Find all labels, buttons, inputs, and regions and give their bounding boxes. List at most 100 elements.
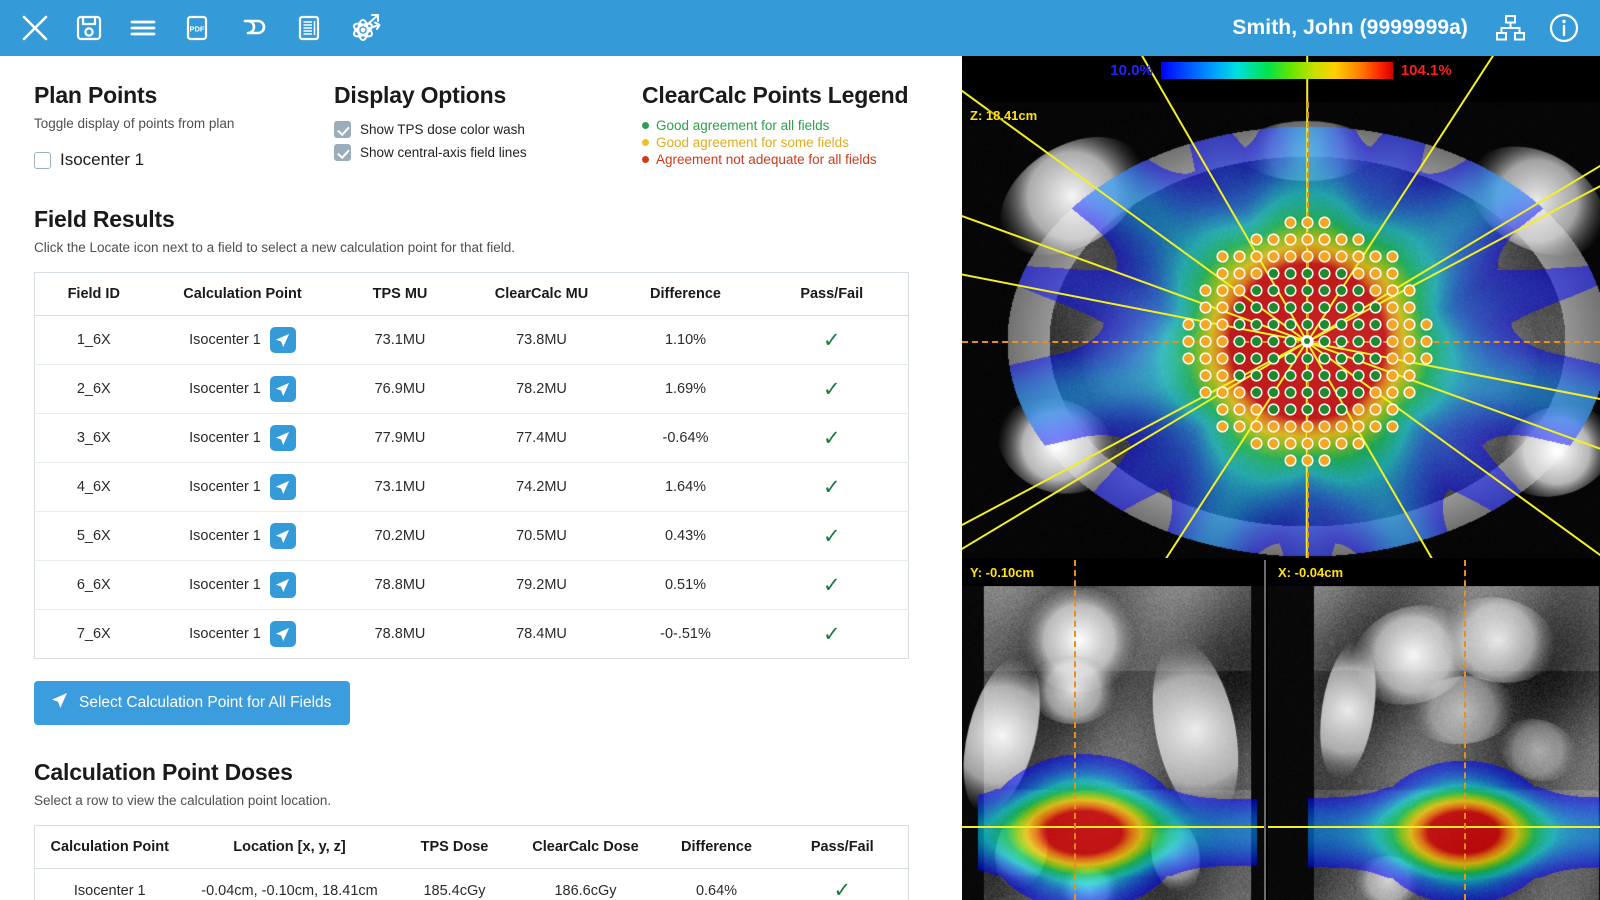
clearcalc-point-good-all[interactable]	[1235, 337, 1244, 346]
axial-ct-image[interactable]	[962, 56, 1600, 558]
clearcalc-point-good-all[interactable]	[1252, 286, 1261, 295]
clearcalc-point-good-some[interactable]	[1303, 252, 1312, 261]
clearcalc-point-good-all[interactable]	[1252, 354, 1261, 363]
clearcalc-point-good-all[interactable]	[1235, 320, 1244, 329]
clearcalc-point-good-some[interactable]	[1388, 252, 1397, 261]
clearcalc-point-good-all[interactable]	[1303, 303, 1312, 312]
clearcalc-point-good-all[interactable]	[1354, 286, 1363, 295]
clearcalc-point-good-some[interactable]	[1286, 235, 1295, 244]
plan-point-checkbox[interactable]	[34, 152, 51, 169]
clearcalc-point-good-all[interactable]	[1354, 320, 1363, 329]
clearcalc-point-good-some[interactable]	[1371, 422, 1380, 431]
clearcalc-point-good-some[interactable]	[1388, 320, 1397, 329]
clearcalc-point-good-all[interactable]	[1320, 337, 1329, 346]
clearcalc-point-good-all[interactable]	[1286, 286, 1295, 295]
clearcalc-point-good-some[interactable]	[1286, 422, 1295, 431]
table-row[interactable]: 7_6XIsocenter 178.8MU78.4MU-0-.51%✓	[35, 610, 909, 659]
locate-point-button[interactable]	[270, 621, 296, 647]
clearcalc-point-good-some[interactable]	[1201, 371, 1210, 380]
clearcalc-point-good-all[interactable]	[1252, 388, 1261, 397]
pdf-icon[interactable]: PDF	[182, 13, 212, 43]
clearcalc-point-good-all[interactable]	[1337, 337, 1346, 346]
info-icon[interactable]	[1548, 12, 1580, 44]
clearcalc-point-good-some[interactable]	[1218, 371, 1227, 380]
coronal-view[interactable]: Y: -0.10cm	[962, 560, 1266, 900]
clearcalc-point-good-some[interactable]	[1218, 286, 1227, 295]
clearcalc-point-good-all[interactable]	[1320, 371, 1329, 380]
clearcalc-point-good-some[interactable]	[1286, 218, 1295, 227]
clearcalc-point-good-some[interactable]	[1388, 405, 1397, 414]
clearcalc-point-good-some[interactable]	[1371, 286, 1380, 295]
clearcalc-point-good-all[interactable]	[1303, 405, 1312, 414]
clearcalc-point-good-some[interactable]	[1269, 235, 1278, 244]
clearcalc-point-good-some[interactable]	[1252, 422, 1261, 431]
locate-point-button[interactable]	[270, 474, 296, 500]
clearcalc-point-good-some[interactable]	[1320, 252, 1329, 261]
clearcalc-point-good-all[interactable]	[1337, 320, 1346, 329]
clearcalc-point-good-some[interactable]	[1337, 235, 1346, 244]
clearcalc-point-good-some[interactable]	[1252, 405, 1261, 414]
clearcalc-point-good-some[interactable]	[1201, 286, 1210, 295]
clearcalc-point-good-some[interactable]	[1303, 218, 1312, 227]
clearcalc-point-good-all[interactable]	[1354, 354, 1363, 363]
clearcalc-point-good-all[interactable]	[1269, 405, 1278, 414]
clearcalc-point-good-some[interactable]	[1201, 388, 1210, 397]
plan-point-isocenter-1[interactable]: Isocenter 1	[34, 150, 334, 170]
clearcalc-point-good-some[interactable]	[1371, 388, 1380, 397]
clearcalc-point-good-all[interactable]	[1286, 388, 1295, 397]
clearcalc-point-good-all[interactable]	[1320, 269, 1329, 278]
clearcalc-point-good-all[interactable]	[1320, 320, 1329, 329]
display-option-tps-color-wash[interactable]: Show TPS dose color wash	[334, 121, 642, 138]
sitemap-icon[interactable]	[1494, 13, 1526, 43]
clearcalc-point-good-some[interactable]	[1184, 337, 1193, 346]
clearcalc-point-good-all[interactable]	[1337, 405, 1346, 414]
locate-point-button[interactable]	[270, 425, 296, 451]
clearcalc-point-good-some[interactable]	[1354, 405, 1363, 414]
clearcalc-point-good-all[interactable]	[1320, 405, 1329, 414]
clearcalc-point-good-some[interactable]	[1337, 422, 1346, 431]
clearcalc-point-good-some[interactable]	[1405, 371, 1414, 380]
clearcalc-point-good-some[interactable]	[1235, 422, 1244, 431]
clearcalc-point-good-all[interactable]	[1303, 371, 1312, 380]
close-icon[interactable]	[20, 13, 50, 43]
clearcalc-point-good-some[interactable]	[1184, 354, 1193, 363]
clearcalc-point-good-some[interactable]	[1405, 354, 1414, 363]
clearcalc-point-good-all[interactable]	[1286, 303, 1295, 312]
clearcalc-point-good-some[interactable]	[1218, 337, 1227, 346]
clearcalc-point-good-some[interactable]	[1320, 235, 1329, 244]
clearcalc-point-good-some[interactable]	[1218, 252, 1227, 261]
locate-point-button[interactable]	[270, 572, 296, 598]
clearcalc-point-good-some[interactable]	[1303, 456, 1312, 465]
clearcalc-point-good-all[interactable]	[1337, 354, 1346, 363]
clearcalc-point-good-some[interactable]	[1184, 320, 1193, 329]
clearcalc-point-good-some[interactable]	[1388, 269, 1397, 278]
clearcalc-point-good-all[interactable]	[1235, 371, 1244, 380]
clearcalc-point-good-all[interactable]	[1286, 320, 1295, 329]
clearcalc-point-good-all[interactable]	[1371, 320, 1380, 329]
clearcalc-point-good-all[interactable]	[1320, 286, 1329, 295]
menu-icon[interactable]	[128, 13, 158, 43]
clearcalc-point-good-some[interactable]	[1320, 422, 1329, 431]
clearcalc-point-good-all[interactable]	[1320, 354, 1329, 363]
clearcalc-point-good-all[interactable]	[1286, 337, 1295, 346]
clearcalc-point-good-some[interactable]	[1235, 405, 1244, 414]
clearcalc-point-good-some[interactable]	[1218, 354, 1227, 363]
clearcalc-point-good-some[interactable]	[1201, 320, 1210, 329]
clearcalc-point-good-all[interactable]	[1252, 337, 1261, 346]
clearcalc-point-good-some[interactable]	[1303, 439, 1312, 448]
locate-point-button[interactable]	[270, 327, 296, 353]
clearcalc-point-good-all[interactable]	[1252, 371, 1261, 380]
clearcalc-point-good-some[interactable]	[1218, 303, 1227, 312]
clearcalc-point-good-some[interactable]	[1320, 439, 1329, 448]
clearcalc-point-good-some[interactable]	[1218, 422, 1227, 431]
clearcalc-point-good-all[interactable]	[1269, 371, 1278, 380]
axial-view[interactable]: 10.0% 104.1% Z: 18.41cm	[962, 56, 1600, 558]
clearcalc-point-good-some[interactable]	[1286, 252, 1295, 261]
clearcalc-point-good-all[interactable]	[1269, 303, 1278, 312]
clearcalc-point-good-all[interactable]	[1354, 337, 1363, 346]
clearcalc-point-good-all[interactable]	[1252, 303, 1261, 312]
clearcalc-point-good-all[interactable]	[1354, 388, 1363, 397]
central-axis-lines-checkbox[interactable]	[334, 144, 351, 161]
clearcalc-point-good-some[interactable]	[1354, 269, 1363, 278]
tps-color-wash-checkbox[interactable]	[334, 121, 351, 138]
